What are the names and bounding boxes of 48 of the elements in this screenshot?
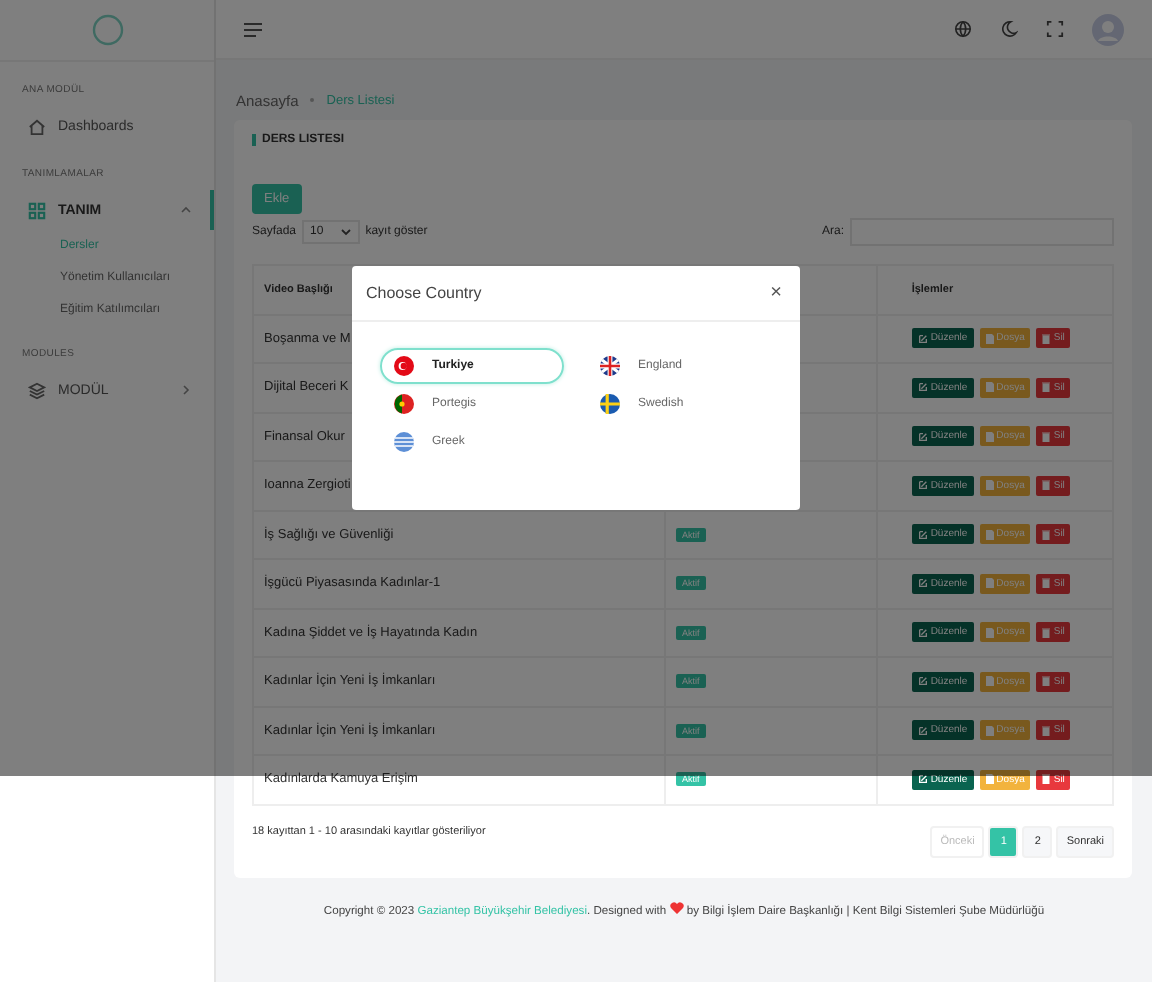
modal-title: Choose Country <box>366 284 482 302</box>
trash-icon <box>1042 676 1051 687</box>
edit-icon <box>917 627 928 638</box>
file-icon <box>985 431 994 442</box>
menu-icon[interactable] <box>244 21 262 37</box>
edit-icon <box>917 774 928 785</box>
file-icon <box>985 725 994 736</box>
file-icon <box>985 676 994 687</box>
edit-icon <box>917 676 928 687</box>
flag-icon <box>394 394 414 414</box>
trash-icon <box>1042 333 1051 344</box>
grid-icon <box>28 201 46 219</box>
trash-icon <box>1042 382 1051 393</box>
trash-icon <box>1042 480 1051 491</box>
file-icon <box>985 382 994 393</box>
trash-icon <box>1042 774 1051 785</box>
edit-icon <box>917 480 928 491</box>
moon-icon[interactable] <box>1000 20 1018 38</box>
chevron-down-icon <box>339 228 352 236</box>
file-icon <box>985 578 994 589</box>
flag-icon <box>600 356 620 376</box>
file-icon <box>985 333 994 344</box>
file-icon <box>985 480 994 491</box>
trash-icon <box>1042 725 1051 736</box>
edit-icon <box>917 529 928 540</box>
close-button[interactable]: × <box>770 282 782 304</box>
flag-icon <box>600 394 620 414</box>
flag-icon <box>394 356 414 376</box>
edit-icon <box>917 382 928 393</box>
edit-icon <box>917 333 928 344</box>
file-icon <box>985 529 994 540</box>
home-icon <box>28 117 46 135</box>
logo-icon <box>91 14 123 46</box>
edit-icon <box>917 578 928 589</box>
flag-icon <box>394 432 414 452</box>
trash-icon <box>1042 627 1051 638</box>
layers-icon <box>28 381 46 399</box>
file-icon <box>985 627 994 638</box>
edit-icon <box>917 725 928 736</box>
globe-icon[interactable] <box>954 20 972 38</box>
breadcrumb-separator-icon <box>310 98 315 102</box>
trash-icon <box>1042 431 1051 442</box>
edit-icon <box>917 431 928 442</box>
heart-icon <box>669 901 684 913</box>
trash-icon <box>1042 529 1051 540</box>
file-icon <box>985 774 994 785</box>
trash-icon <box>1042 578 1051 589</box>
fullscreen-icon[interactable] <box>1046 20 1064 38</box>
